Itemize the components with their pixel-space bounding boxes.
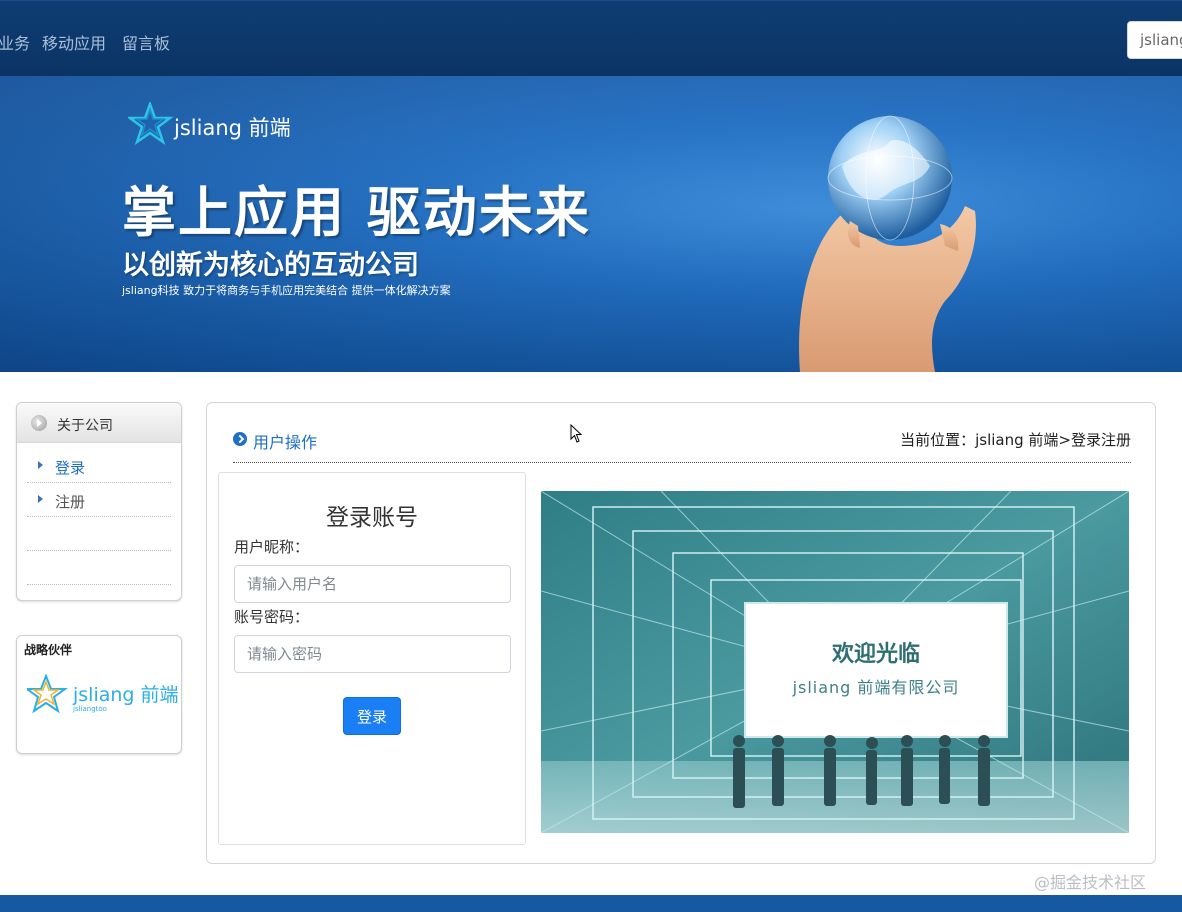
sidebar-item-label: 注册 bbox=[55, 493, 86, 511]
top-navbar: 业务 移动应用 留言板 jsliang bbox=[0, 0, 1182, 76]
sidebar-item-register[interactable]: 注册 bbox=[27, 483, 171, 517]
sidebar-item-login[interactable]: 登录 bbox=[27, 449, 171, 483]
mouse-cursor-icon bbox=[570, 424, 583, 443]
login-title: 登录账号 bbox=[326, 505, 418, 531]
sidebar-header: 关于公司 bbox=[17, 403, 181, 443]
play-circle-icon bbox=[31, 415, 47, 431]
divider bbox=[233, 462, 1131, 463]
banner-logo-text: jsliang 前端 bbox=[174, 116, 291, 140]
breadcrumb: 当前位置：jsliang 前端>登录注册 bbox=[900, 431, 1131, 449]
partner-title: 战略伙伴 bbox=[24, 643, 73, 657]
search-input[interactable]: jsliang bbox=[1127, 21, 1182, 59]
banner-slogan-sub: 以创新为核心的互动公司 bbox=[122, 250, 419, 281]
username-label: 用户昵称： bbox=[234, 538, 310, 556]
nav-item-business[interactable]: 业务 bbox=[0, 30, 30, 54]
password-label: 账号密码： bbox=[234, 608, 310, 626]
page: 业务 移动应用 留言板 jsliang jsliang 前端 掌上应用 驱动未来… bbox=[0, 0, 1182, 912]
nav-item-mobile-apps[interactable]: 移动应用 bbox=[42, 30, 106, 54]
sidebar-item-empty bbox=[27, 551, 171, 585]
hero-banner: jsliang 前端 掌上应用 驱动未来 以创新为核心的互动公司 jsliang… bbox=[0, 76, 1182, 372]
login-button[interactable]: 登录 bbox=[343, 697, 401, 735]
footer-bar bbox=[0, 895, 1182, 912]
partner-logo-text: jsliang 前端 bbox=[73, 684, 179, 706]
chevron-circle-right-icon bbox=[233, 432, 247, 446]
hand-globe-image bbox=[799, 115, 976, 372]
sidebar-partners: 战略伙伴 jsliang 前端 jsliangtoo bbox=[16, 635, 182, 754]
welcome-headline: 欢迎光临 bbox=[831, 641, 920, 667]
caret-right-icon bbox=[38, 495, 43, 503]
sidebar-title: 关于公司 bbox=[57, 418, 113, 434]
login-form: 登录账号 用户昵称： 账号密码： 登录 bbox=[218, 472, 526, 845]
watermark: @掘金技术社区 bbox=[1034, 873, 1147, 892]
banner-slogan-main: 掌上应用 驱动未来 bbox=[122, 181, 591, 244]
sidebar-item-label: 登录 bbox=[55, 459, 86, 477]
sidebar-about-company: 关于公司 登录 注册 bbox=[16, 402, 182, 601]
sidebar-item-empty bbox=[27, 517, 171, 551]
welcome-image: 欢迎光临 jsliang 前端有限公司 bbox=[541, 491, 1129, 833]
main-panel: 用户操作 当前位置：jsliang 前端>登录注册 登录账号 用户昵称： 账号密… bbox=[206, 402, 1156, 864]
username-input[interactable] bbox=[234, 565, 511, 603]
caret-right-icon bbox=[38, 461, 43, 469]
nav-item-message-board[interactable]: 留言板 bbox=[122, 30, 170, 54]
section-title[interactable]: 用户操作 bbox=[253, 429, 317, 453]
password-input[interactable] bbox=[234, 635, 511, 673]
partner-logo-subtext: jsliangtoo bbox=[73, 705, 107, 713]
banner-slogan-small: jsliang科技 致力于将商务与手机应用完美结合 提供一体化解决方案 bbox=[122, 284, 451, 297]
welcome-company: jsliang 前端有限公司 bbox=[792, 678, 960, 697]
